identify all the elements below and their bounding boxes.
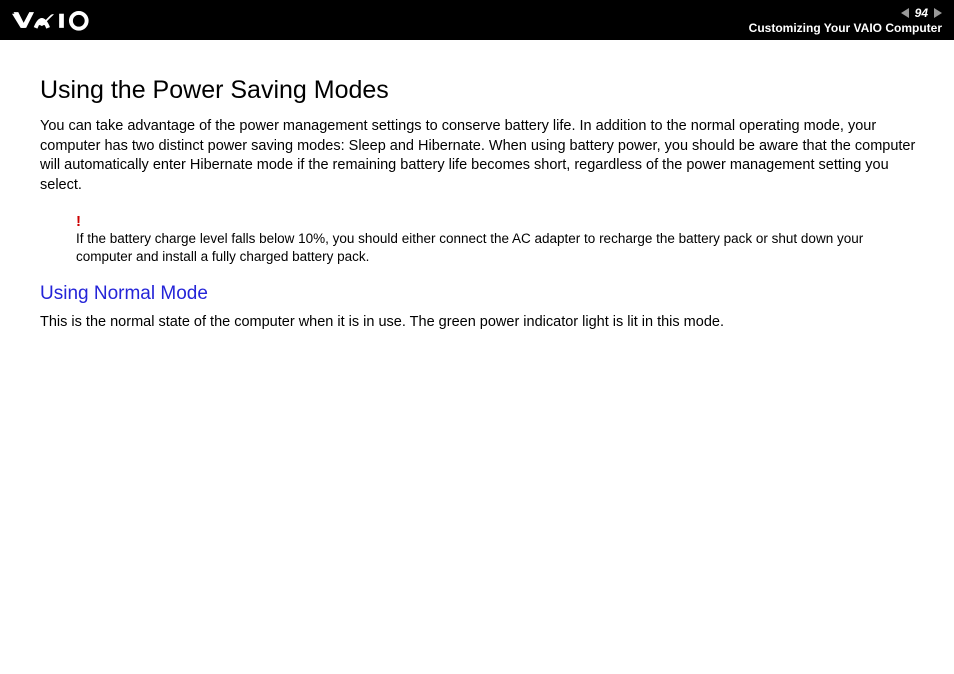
header-right: 94 Customizing Your VAIO Computer	[749, 6, 942, 35]
sub-paragraph: This is the normal state of the computer…	[40, 313, 922, 333]
page-header: ✓ 94 Customizing Your VAIO Computer	[0, 0, 954, 40]
sub-heading: Using Normal Mode	[40, 283, 922, 305]
page-number: 94	[915, 6, 928, 20]
warning-icon: !	[76, 213, 922, 230]
next-page-icon[interactable]	[934, 8, 942, 18]
warning-block: ! If the battery charge level falls belo…	[40, 213, 922, 266]
intro-paragraph: You can take advantage of the power mana…	[40, 117, 922, 195]
main-heading: Using the Power Saving Modes	[40, 76, 922, 105]
vaio-logo: ✓	[12, 9, 122, 31]
section-title: Customizing Your VAIO Computer	[749, 21, 942, 35]
previous-page-icon[interactable]	[901, 8, 909, 18]
page-content: Using the Power Saving Modes You can tak…	[0, 40, 954, 332]
warning-text: If the battery charge level falls below …	[76, 230, 922, 266]
page-navigation: 94	[901, 6, 942, 20]
